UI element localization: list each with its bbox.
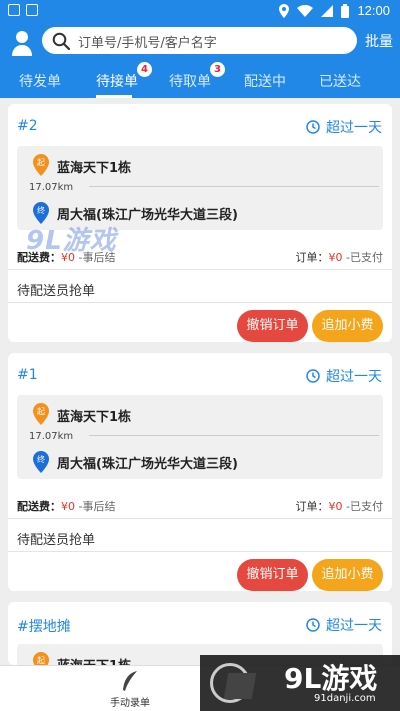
manual-entry-label: 手动录单 <box>110 698 150 709</box>
divider <box>8 269 392 270</box>
svg-text:终: 终 <box>37 205 45 215</box>
route-box: 起 蓝海天下1栋 17.07km 终 周大福(珠江广场光华大道三段) <box>17 146 383 230</box>
search-placeholder: 订单号/手机号/客户名字 <box>78 36 217 51</box>
notification-icon <box>8 4 20 16</box>
tab-badge: 4 <box>137 62 152 77</box>
order-fee-note: -已支付 <box>346 500 383 513</box>
tab-delivered[interactable]: 已送达 <box>319 71 361 91</box>
order-time: 超过一天 <box>306 117 382 137</box>
origin-address: 蓝海天下1栋 <box>57 410 132 425</box>
svg-text:起: 起 <box>37 407 45 416</box>
watermark-banner: 9L游戏 91danji.com <box>200 655 400 711</box>
origin-marker-icon: 起 <box>33 154 49 176</box>
status-bar: 12:00 <box>0 0 400 24</box>
origin-address: 蓝海天下1栋 <box>57 655 131 665</box>
destination-address: 周大福(珠江广场光华大道三段) <box>57 457 238 472</box>
route-divider <box>89 186 379 187</box>
user-profile-icon[interactable] <box>12 30 32 56</box>
order-fee-label: 订单： <box>295 251 329 264</box>
clock-icon <box>306 120 320 134</box>
delivery-fee-label: 配送费： <box>17 500 61 513</box>
tab-badge: 3 <box>210 62 225 77</box>
clock: 12:00 <box>357 3 390 18</box>
image-notification-icon <box>26 4 38 16</box>
watermark-brand: 9L游戏 <box>284 662 378 695</box>
search-input[interactable]: 订单号/手机号/客户名字 <box>42 27 357 54</box>
active-tab-indicator <box>96 95 132 98</box>
distance: 17.07km <box>29 431 74 442</box>
watermark-shape <box>223 673 257 699</box>
app-header: 订单号/手机号/客户名字 批量 待发单 待接单 4 待取单 3 配送中 已送达 <box>0 24 400 98</box>
cancel-order-button[interactable]: 撤销订单 <box>237 559 308 591</box>
tab-pending-accept[interactable]: 待接单 4 <box>96 62 152 91</box>
origin-address: 蓝海天下1栋 <box>57 161 132 176</box>
route-divider <box>89 435 379 436</box>
order-status: 待配送员抢单 <box>17 284 96 299</box>
order-status-tabs: 待发单 待接单 4 待取单 3 配送中 已送达 <box>0 62 400 98</box>
search-icon <box>52 32 70 50</box>
add-tip-button[interactable]: 追加小费 <box>312 559 383 591</box>
add-tip-button[interactable]: 追加小费 <box>312 310 383 342</box>
clock-icon <box>306 618 320 632</box>
battery-icon <box>341 3 350 18</box>
order-card[interactable]: #1 超过一天 起 蓝海天下1栋 17.07km 终 周大福(珠江广场光华大道三… <box>8 353 392 591</box>
distance: 17.07km <box>29 182 74 193</box>
order-time: 超过一天 <box>306 366 382 386</box>
wifi-icon <box>297 4 314 17</box>
delivery-fee-note: -事后结 <box>78 500 116 513</box>
order-status: 待配送员抢单 <box>17 533 96 548</box>
destination-marker-icon: 终 <box>33 451 49 473</box>
order-fee-label: 订单： <box>295 500 329 513</box>
order-number: #摆地摊 <box>17 619 71 635</box>
tab-delivering[interactable]: 配送中 <box>244 71 286 91</box>
batch-button[interactable]: 批量 <box>365 31 393 51</box>
divider <box>8 518 392 519</box>
clock-icon <box>306 369 320 383</box>
tab-pending-pickup[interactable]: 待取单 3 <box>169 62 225 91</box>
delivery-fee-value: ¥0 <box>61 500 75 513</box>
order-time: 超过一天 <box>306 615 382 635</box>
divider <box>8 302 392 303</box>
location-icon <box>279 3 290 18</box>
svg-text:终: 终 <box>37 454 45 464</box>
order-number: #2 <box>17 118 38 134</box>
feather-icon <box>123 671 137 691</box>
svg-text:起: 起 <box>37 158 45 167</box>
svg-text:起: 起 <box>37 656 45 665</box>
tab-pending-send[interactable]: 待发单 <box>19 71 61 91</box>
order-fee-note: -已支付 <box>346 251 383 264</box>
order-fee-value: ¥0 <box>328 500 343 513</box>
route-box: 起 蓝海天下1栋 17.07km 终 周大福(珠江广场光华大道三段) <box>17 395 383 479</box>
watermark-logo-mid: 9L游戏 <box>26 226 117 256</box>
origin-marker-icon: 起 <box>33 652 49 665</box>
cancel-order-button[interactable]: 撤销订单 <box>237 310 308 342</box>
signal-icon <box>321 4 334 17</box>
order-number: #1 <box>17 367 38 383</box>
divider <box>8 551 392 552</box>
origin-marker-icon: 起 <box>33 403 49 425</box>
order-fee-value: ¥0 <box>328 251 343 264</box>
watermark-site: 91danji.com <box>314 693 376 704</box>
